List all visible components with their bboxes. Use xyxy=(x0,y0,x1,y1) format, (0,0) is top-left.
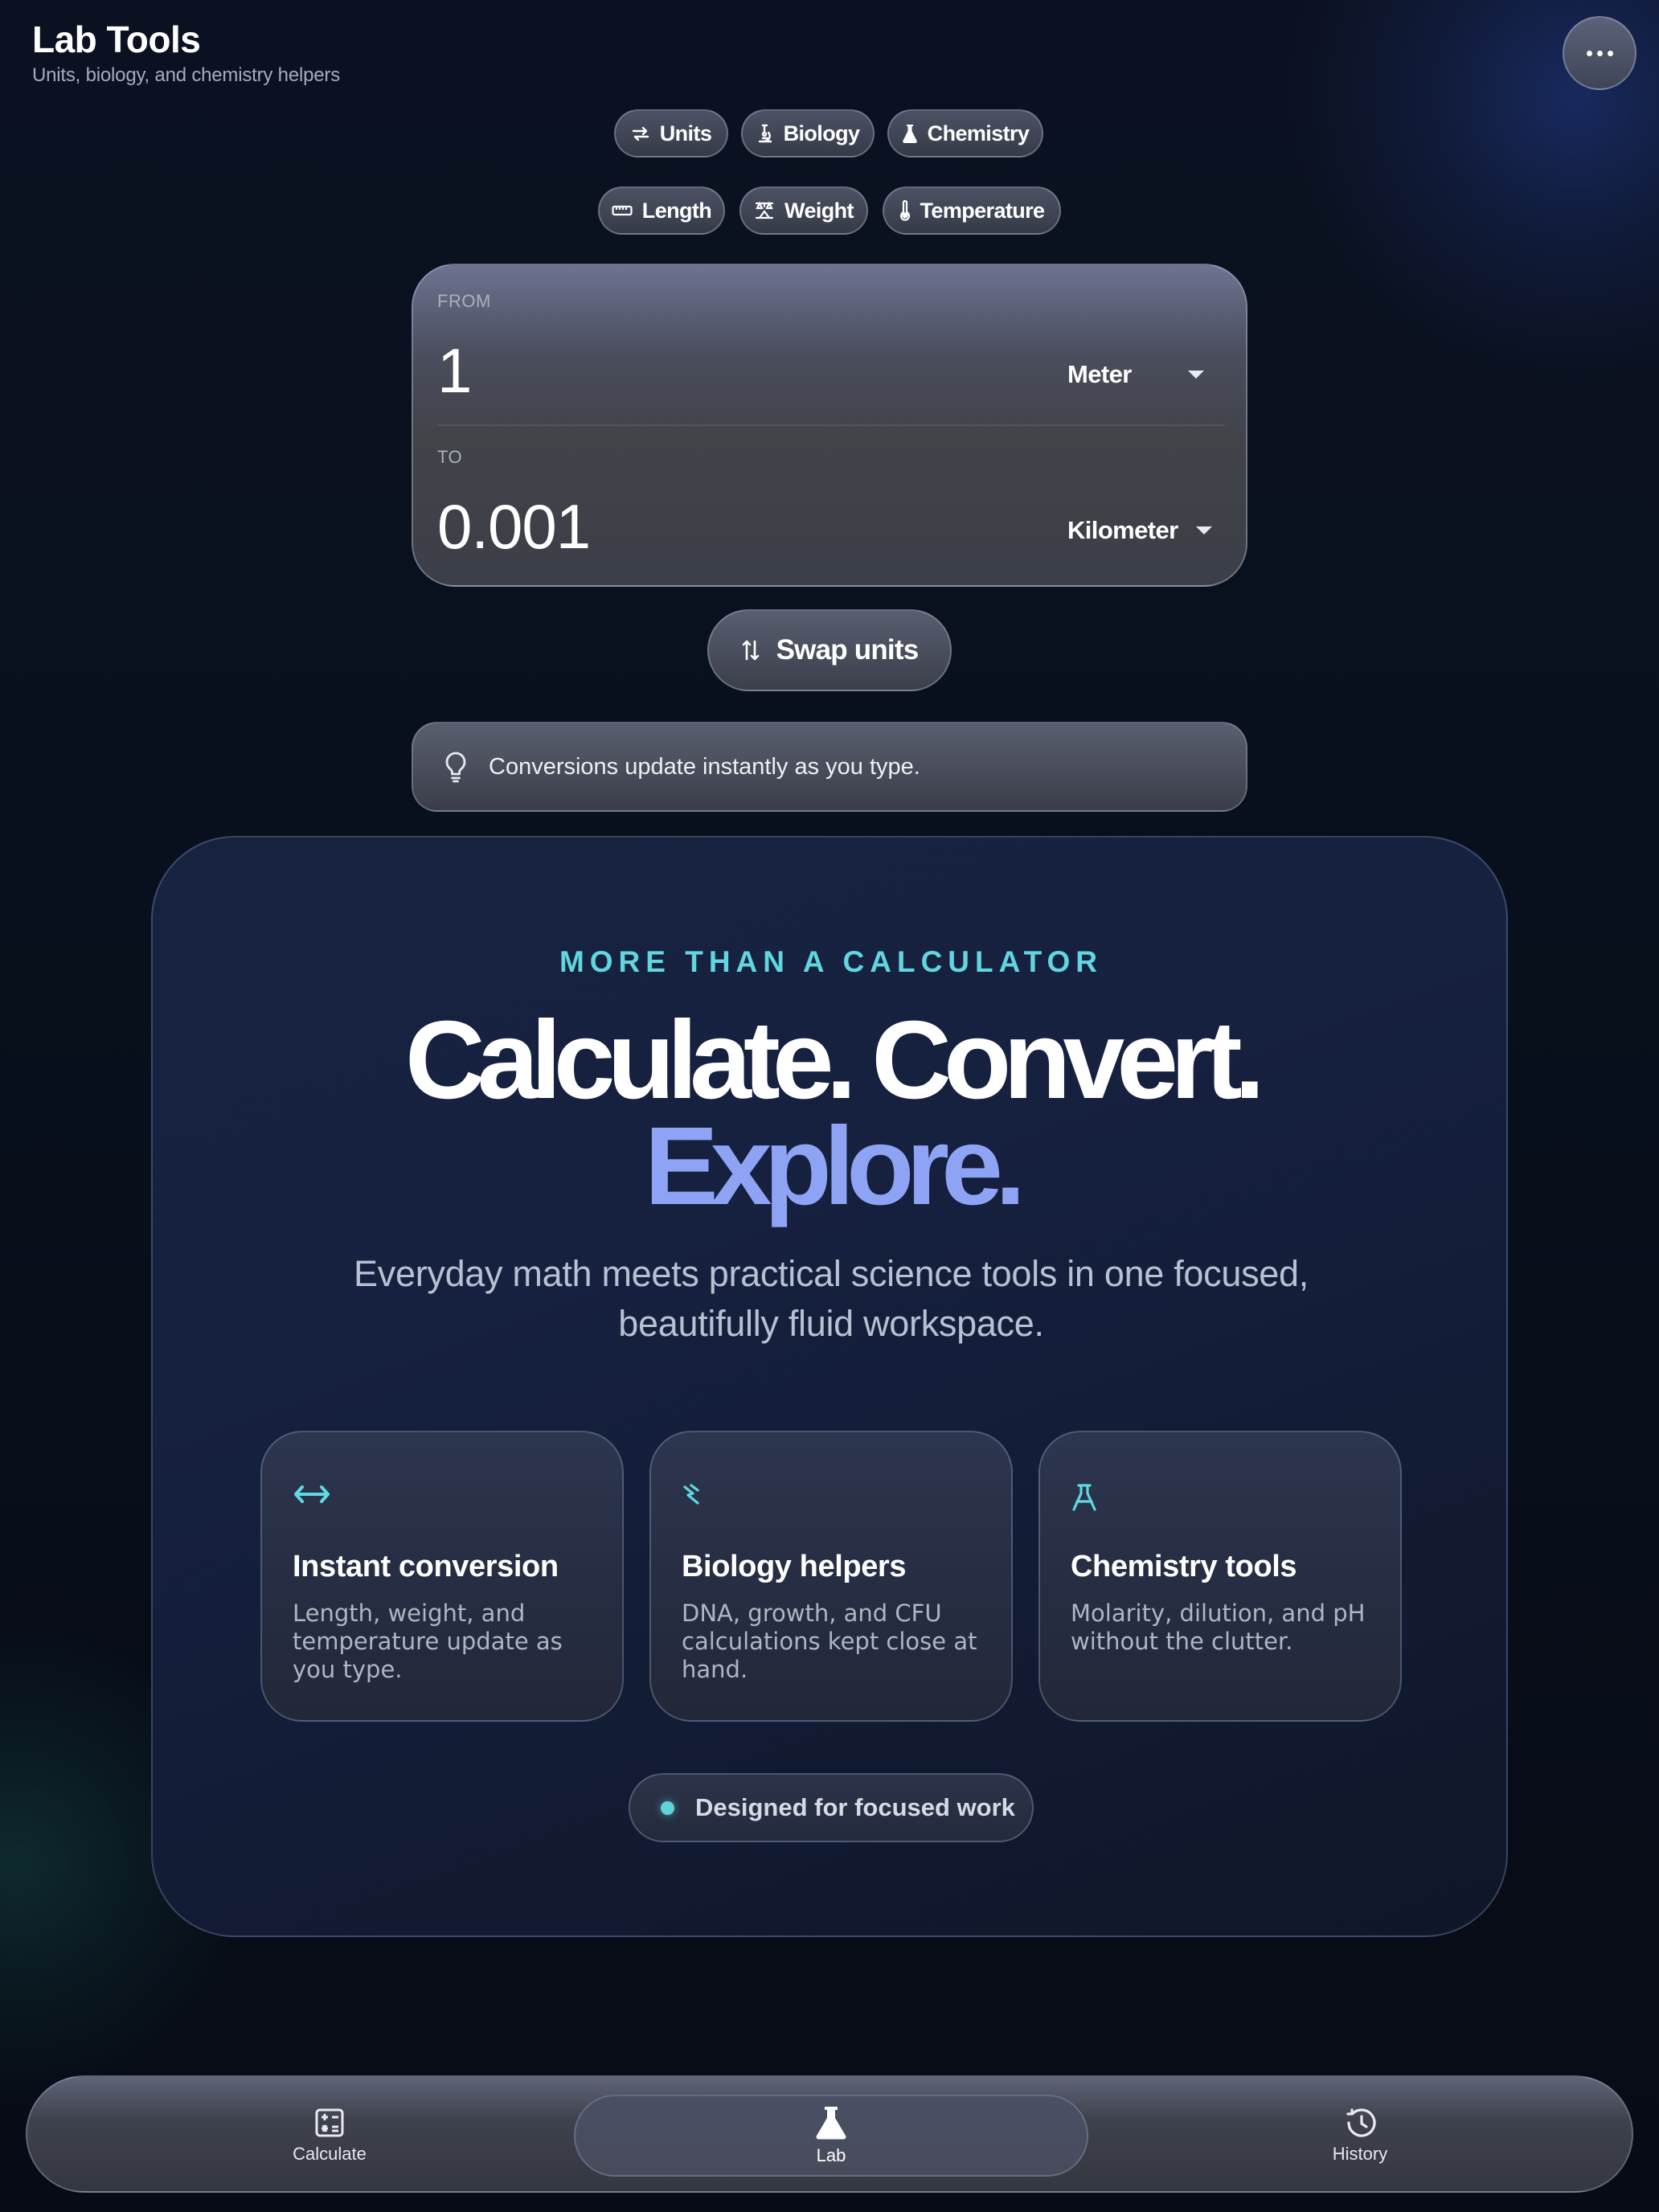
hero-headline: Calculate. Convert. xyxy=(404,998,1265,1122)
nav-label: Lab xyxy=(816,2145,846,2165)
tab-biology-label: Biology xyxy=(783,121,860,145)
chevron-down-icon xyxy=(1188,371,1204,379)
history-icon xyxy=(1346,2108,1376,2137)
dna-icon xyxy=(683,1484,699,1505)
feature-title: Instant conversion xyxy=(293,1550,559,1583)
lightbulb-icon xyxy=(445,752,466,783)
from-value-input[interactable]: 1 xyxy=(437,334,472,408)
flask-glyph-icon xyxy=(1072,1484,1096,1511)
bottom-nav: Calculate Lab History xyxy=(26,2075,1633,2193)
swap-arrows-icon xyxy=(632,126,649,141)
focus-badge-label: Designed for focused work xyxy=(695,1793,1015,1821)
ruler-icon xyxy=(612,205,633,216)
nav-item-history[interactable]: History xyxy=(1251,2077,1469,2194)
hero-kicker: MORE THAN A CALCULATOR xyxy=(559,945,1104,978)
tab-temperature-label: Temperature xyxy=(920,198,1046,223)
scale-icon xyxy=(755,201,774,219)
arrows-horizontal-icon xyxy=(294,1485,330,1503)
nav-label: Calculate xyxy=(293,2144,367,2164)
nav-item-lab[interactable]: Lab xyxy=(722,2077,940,2194)
tip-banner: Conversions update instantly as you type… xyxy=(412,722,1247,812)
feature-card-biology: Biology helpers DNA, growth, and CFU cal… xyxy=(649,1431,1013,1722)
tip-text: Conversions update instantly as you type… xyxy=(489,753,920,780)
swap-units-label: Swap units xyxy=(776,634,920,666)
tab-length-label: Length xyxy=(641,198,712,223)
calculator-icon xyxy=(315,2108,344,2137)
feature-description: DNA, growth, and CFU calculations kept c… xyxy=(682,1600,977,1683)
tab-biology[interactable]: Biology xyxy=(741,109,875,158)
from-unit-label: Meter xyxy=(1067,360,1132,388)
feature-title: Biology helpers xyxy=(682,1550,907,1583)
tab-weight-label: Weight xyxy=(784,198,854,223)
tab-length[interactable]: Length xyxy=(598,186,725,235)
status-dot xyxy=(661,1800,674,1815)
from-label: FROM xyxy=(437,291,491,311)
feature-description: Molarity, dilution, and pH without the c… xyxy=(1071,1600,1366,1655)
tab-chemistry-label: Chemistry xyxy=(927,121,1030,145)
app-subtitle: Units, biology, and chemistry helpers xyxy=(32,64,340,86)
feature-card-conversion: Instant conversion Length, weight, and t… xyxy=(260,1431,624,1722)
more-options-button[interactable] xyxy=(1563,16,1636,90)
swap-units-button[interactable]: Swap units xyxy=(707,609,952,691)
feature-card-chemistry: Chemistry tools Molarity, dilution, and … xyxy=(1038,1431,1402,1722)
flask-icon xyxy=(902,125,917,143)
swap-vertical-icon xyxy=(742,640,759,661)
tab-chemistry[interactable]: Chemistry xyxy=(887,109,1043,158)
from-unit-select[interactable]: Meter xyxy=(1067,355,1228,394)
divider xyxy=(437,424,1225,426)
focus-badge: Designed for focused work xyxy=(629,1773,1034,1842)
more-horizontal-icon xyxy=(1586,50,1613,56)
nav-label: History xyxy=(1332,2144,1388,2164)
hero-headline-accent: Explore. xyxy=(644,1104,1026,1228)
tab-units-label: Units xyxy=(659,121,712,145)
thermometer-icon xyxy=(899,200,910,221)
chevron-down-icon xyxy=(1195,526,1212,535)
converter-card: FROM 1 Meter TO 0.001 Kilometer xyxy=(412,264,1247,587)
to-unit-label: Kilometer xyxy=(1067,516,1178,544)
to-unit-select[interactable]: Kilometer xyxy=(1067,511,1228,550)
microscope-icon xyxy=(758,124,772,143)
nav-item-calculate[interactable]: Calculate xyxy=(220,2077,439,2194)
tab-weight[interactable]: Weight xyxy=(739,186,868,235)
hero-card: MORE THAN A CALCULATOR Calculate. Conver… xyxy=(151,836,1508,1937)
flask-icon xyxy=(816,2107,846,2140)
to-label: TO xyxy=(437,447,463,467)
feature-title: Chemistry tools xyxy=(1071,1550,1297,1583)
feature-description: Length, weight, and temperature update a… xyxy=(293,1600,563,1683)
tab-units[interactable]: Units xyxy=(614,109,728,158)
app-title: Lab Tools xyxy=(32,18,201,60)
to-value-output: 0.001 xyxy=(437,491,591,562)
tab-temperature[interactable]: Temperature xyxy=(883,186,1061,235)
hero-description: Everyday math meets practical science to… xyxy=(354,1253,1309,1344)
